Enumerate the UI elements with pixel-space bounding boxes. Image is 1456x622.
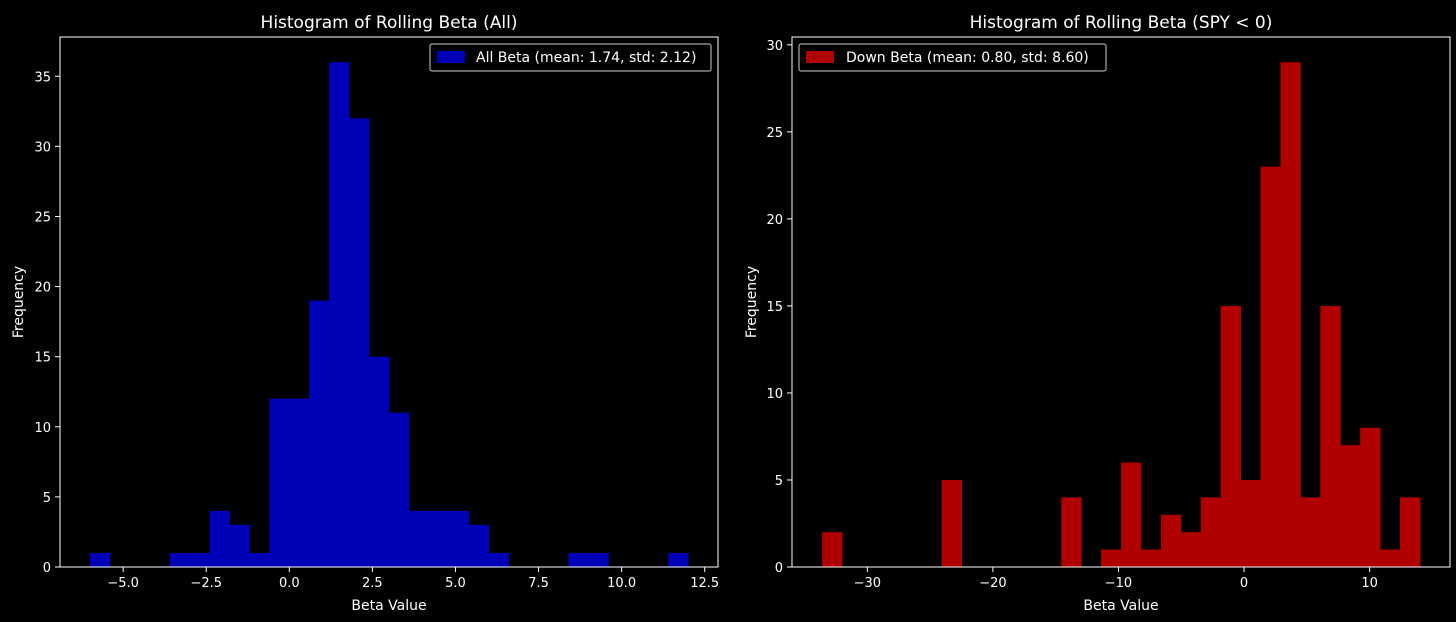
legend-label: Down Beta (mean: 0.80, std: 8.60): [846, 50, 1089, 66]
histogram-bar: [1121, 462, 1142, 567]
x-axis-label: Beta Value: [1083, 598, 1158, 614]
x-axis-ticks: −5.0 −2.5 0.0 2.5 5.0 7.5 10.0 12.5: [107, 567, 719, 591]
histogram-bar: [1140, 549, 1162, 567]
histogram-bar: [1101, 549, 1122, 567]
y-tick-label: 35: [34, 70, 51, 85]
histogram-bar: [1400, 497, 1421, 567]
histogram-bars: [822, 62, 1421, 568]
x-tick-label: 10: [1361, 576, 1378, 591]
x-tick-label: 7.5: [528, 576, 549, 591]
y-tick-label: 15: [34, 351, 51, 366]
x-tick-label: −30: [854, 576, 881, 591]
histogram-bar: [822, 532, 843, 567]
x-axis-label: Beta Value: [351, 598, 426, 614]
y-tick-label: 30: [766, 39, 783, 54]
histogram-bar: [349, 118, 370, 567]
chart-title: Histogram of Rolling Beta (All): [261, 13, 518, 33]
legend-swatch: [806, 51, 834, 63]
histogram-bar: [89, 552, 111, 567]
x-tick-label: 12.5: [690, 576, 719, 591]
x-axis-ticks: −30 −20 −10 0 10: [854, 567, 1378, 591]
histogram-all-beta: Histogram of Rolling Beta (All) −5.0 −2.5…: [11, 13, 719, 614]
histogram-bar: [1061, 497, 1082, 567]
x-tick-label: −2.5: [190, 576, 222, 591]
histogram-bar: [1160, 514, 1182, 567]
x-tick-label: −5.0: [107, 576, 139, 591]
y-tick-label: 0: [43, 561, 51, 576]
legend-label: All Beta (mean: 1.74, std: 2.12): [476, 50, 696, 66]
histogram-bars: [89, 62, 689, 568]
y-tick-label: 0: [775, 561, 783, 576]
histogram-bar: [329, 62, 350, 568]
histogram-bar: [229, 524, 250, 567]
histogram-bar: [169, 552, 191, 567]
histogram-bar: [428, 510, 450, 567]
y-tick-label: 20: [766, 213, 783, 228]
histogram-bar: [249, 552, 270, 567]
histogram-bar: [1260, 166, 1281, 568]
histogram-bar: [269, 398, 290, 567]
x-tick-label: 0: [1240, 576, 1248, 591]
histogram-bar: [448, 510, 470, 567]
chart-title: Histogram of Rolling Beta (SPY < 0): [970, 13, 1273, 33]
histogram-bar: [369, 356, 390, 567]
histogram-bar: [389, 412, 410, 567]
y-axis-label: Frequency: [11, 266, 27, 338]
histogram-bar: [668, 552, 689, 567]
y-axis-ticks: 0 5 10 15 20 25 30 35: [34, 70, 60, 576]
histogram-bar: [209, 510, 230, 567]
histogram-bar: [568, 552, 589, 567]
y-axis-label: Frequency: [744, 266, 760, 338]
histogram-bar: [1200, 497, 1222, 567]
x-tick-label: −10: [1105, 576, 1132, 591]
legend: All Beta (mean: 1.74, std: 2.12): [429, 43, 712, 72]
y-tick-label: 25: [34, 210, 51, 225]
histogram-bar: [289, 398, 310, 567]
histogram-bar: [488, 552, 510, 567]
histogram-bar: [1220, 305, 1242, 567]
histogram-bar: [408, 510, 430, 567]
histogram-bar: [189, 552, 210, 567]
histogram-bar: [1300, 497, 1321, 567]
y-tick-label: 20: [34, 281, 51, 296]
histogram-bar: [468, 524, 490, 567]
histogram-bar: [309, 300, 330, 567]
histogram-down-beta: Histogram of Rolling Beta (SPY < 0) −30−…: [744, 13, 1451, 614]
histogram-bar: [588, 552, 609, 567]
histogram-bar: [941, 479, 963, 567]
histogram-bar: [1280, 62, 1301, 568]
x-tick-label: 0.0: [279, 576, 300, 591]
histogram-bar: [1240, 479, 1261, 567]
legend: Down Beta (mean: 0.80, std: 8.60): [798, 43, 1107, 72]
y-tick-label: 10: [766, 387, 783, 402]
histogram-bar: [1360, 427, 1381, 567]
x-tick-label: 2.5: [362, 576, 383, 591]
y-tick-label: 5: [43, 491, 51, 506]
x-tick-label: 5.0: [445, 576, 466, 591]
histogram-figure: Histogram of Rolling Beta (All) −5.0 −2.5…: [11, 13, 1451, 614]
x-tick-label: 10.0: [607, 576, 636, 591]
legend-swatch: [437, 51, 465, 63]
histogram-bar: [1340, 445, 1361, 567]
histogram-bar: [1320, 305, 1341, 567]
y-tick-label: 25: [766, 126, 783, 141]
y-axis-ticks: 0 5 10 15 20 25 30: [766, 39, 792, 576]
y-tick-label: 30: [34, 140, 51, 155]
histogram-bar: [1380, 549, 1401, 567]
histogram-bar: [1180, 532, 1202, 567]
y-tick-label: 5: [775, 474, 783, 489]
y-tick-label: 10: [34, 421, 51, 436]
x-tick-label: −20: [979, 576, 1006, 591]
y-tick-label: 15: [766, 300, 783, 315]
